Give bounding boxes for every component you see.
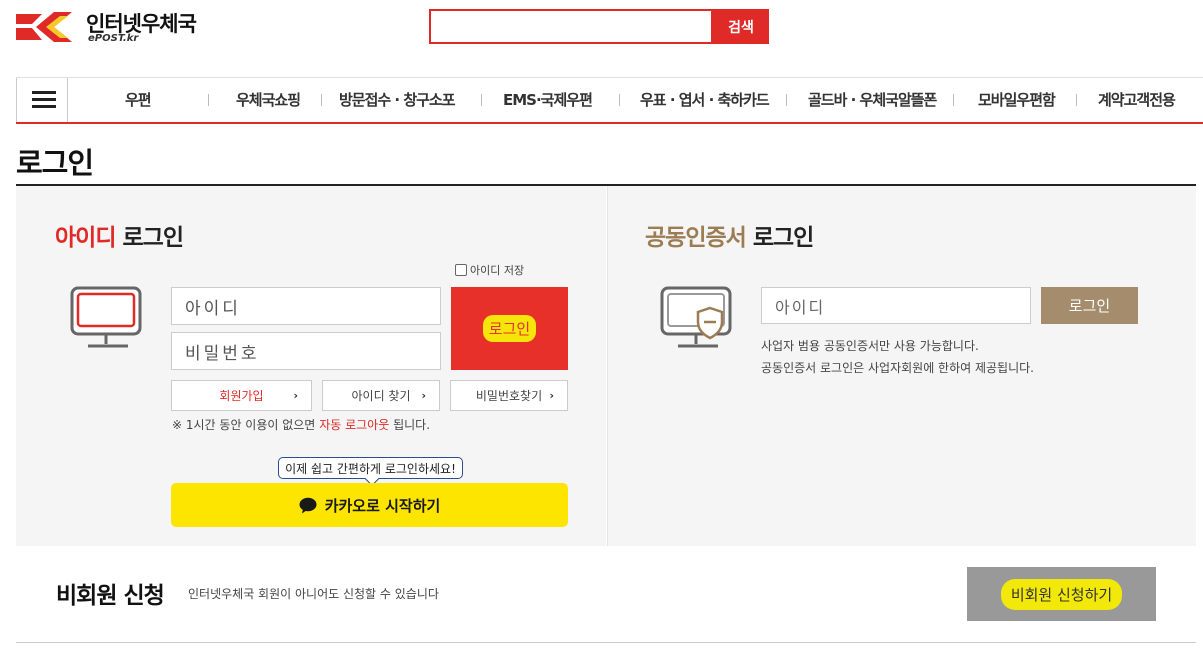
kakao-tooltip: 이제 쉽고 간편하게 로그인하세요! xyxy=(278,457,463,479)
cert-login-button[interactable]: 로그인 xyxy=(1041,287,1138,324)
auto-logout-notice: ※ 1시간 동안 이용이 없으면 자동 로그아웃 됩니다. xyxy=(172,418,431,432)
chevron-right-icon: › xyxy=(421,389,426,402)
search-button[interactable]: 검색 xyxy=(713,9,769,44)
cert-id-input[interactable]: 아이디 xyxy=(761,287,1031,324)
nonmember-description: 인터넷우체국 회원이 아니어도 신청할 수 있습니다 xyxy=(188,587,439,601)
nav-item-ems[interactable]: EMS·국제우편 xyxy=(503,78,593,122)
menu-icon[interactable] xyxy=(16,78,68,122)
nav-item-goldbar[interactable]: 골드바 · 우체국알뜰폰 xyxy=(808,78,937,122)
find-password-button[interactable]: 비밀번호찾기 › xyxy=(450,380,568,411)
nonmember-apply-button[interactable]: 비회원 신청하기 xyxy=(967,567,1156,621)
checkbox-icon[interactable] xyxy=(455,264,467,276)
id-login-heading: 아이디 로그인 xyxy=(55,225,184,251)
id-input[interactable]: 아이디 xyxy=(171,287,441,325)
monitor-icon xyxy=(70,286,142,348)
join-button[interactable]: 회원가입 › xyxy=(171,380,312,411)
login-button-label: 로그인 xyxy=(482,315,537,342)
nav-item-mobile-mailbox[interactable]: 모바일우편함 xyxy=(978,78,1056,122)
nonmember-title: 비회원 신청 xyxy=(56,583,165,609)
cert-login-heading: 공동인증서 로그인 xyxy=(645,225,814,251)
login-button[interactable]: 로그인 xyxy=(451,287,568,370)
search-input[interactable] xyxy=(429,9,713,44)
main-nav: 우편 우체국쇼핑 방문접수 · 창구소포 EMS·국제우편 우표 · 엽서 · … xyxy=(16,77,1203,124)
save-id-checkbox[interactable]: 아이디 저장 xyxy=(455,262,524,278)
nav-item-visit-parcel[interactable]: 방문접수 · 창구소포 xyxy=(339,78,456,122)
save-id-label: 아이디 저장 xyxy=(470,264,525,277)
kakao-login-button[interactable]: 카카오로 시작하기 xyxy=(171,483,568,527)
header: 인터넷우체국 ePOST.kr 검색 xyxy=(0,0,1203,78)
cert-note-1: 사업자 범용 공동인증서만 사용 가능합니다. xyxy=(761,339,979,353)
chevron-right-icon: › xyxy=(293,389,298,402)
cert-note-2: 공동인증서 로그인은 사업자회원에 한하여 제공됩니다. xyxy=(761,361,1034,375)
nav-item-stamps[interactable]: 우표 · 엽서 · 축하카드 xyxy=(640,78,770,122)
nav-item-contract[interactable]: 계약고객전용 xyxy=(1098,78,1176,122)
certificate-monitor-icon xyxy=(660,286,732,348)
nav-item-shopping[interactable]: 우체국쇼핑 xyxy=(236,78,301,122)
password-input[interactable]: 비밀번호 xyxy=(171,332,441,370)
epost-logo-icon xyxy=(16,12,72,42)
site-logo[interactable]: 인터넷우체국 ePOST.kr xyxy=(16,8,206,48)
bottom-divider xyxy=(16,642,1196,643)
speech-bubble-icon xyxy=(299,497,317,513)
nav-item-post[interactable]: 우편 xyxy=(125,78,152,122)
page-title: 로그인 xyxy=(16,146,94,180)
chevron-right-icon: › xyxy=(549,389,554,402)
nonmember-apply-label: 비회원 신청하기 xyxy=(1000,578,1123,610)
logo-subtitle: ePOST.kr xyxy=(88,33,139,44)
find-id-button[interactable]: 아이디 찾기 › xyxy=(322,380,440,411)
kakao-login-label: 카카오로 시작하기 xyxy=(324,496,441,515)
